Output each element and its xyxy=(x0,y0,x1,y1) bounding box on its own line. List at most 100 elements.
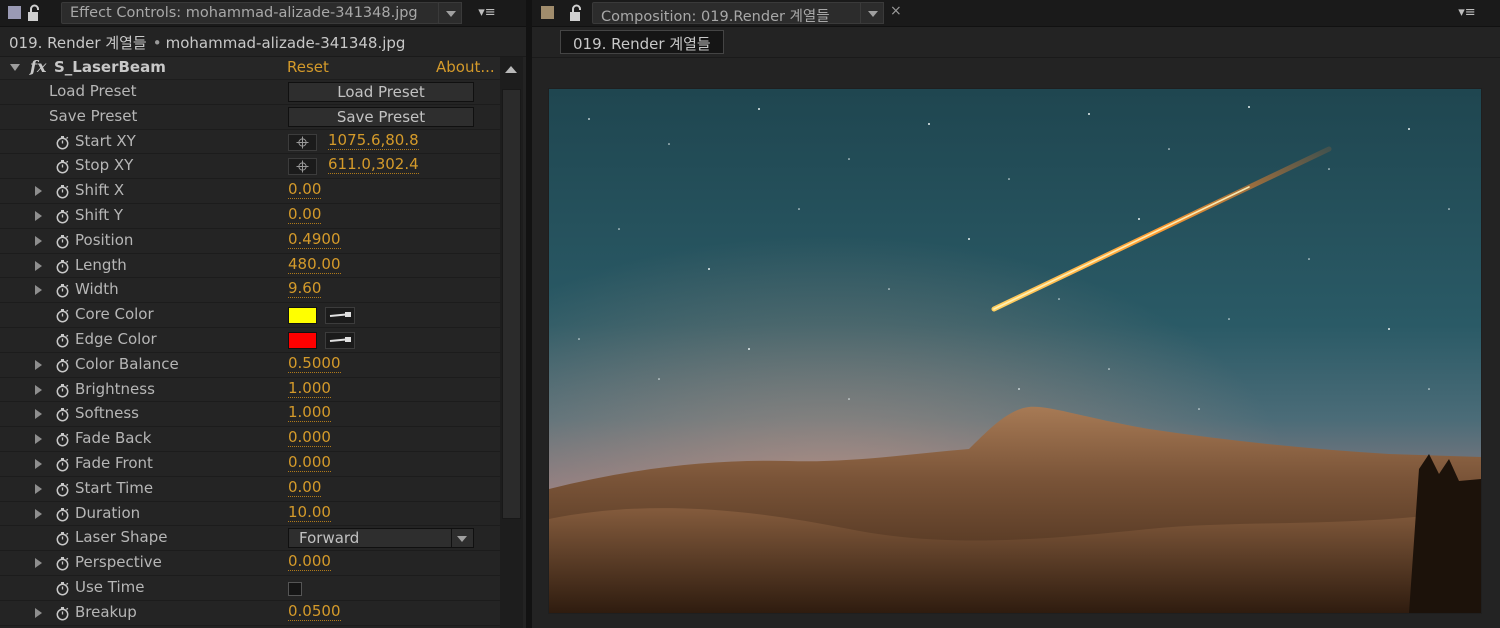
param-value[interactable]: 0.000 xyxy=(288,553,331,572)
chevron-down-icon[interactable] xyxy=(451,529,473,548)
lock-icon[interactable] xyxy=(569,4,585,22)
twirl-right-icon[interactable] xyxy=(35,285,42,296)
vertical-scrollbar[interactable] xyxy=(500,57,523,628)
stopwatch-icon[interactable] xyxy=(55,383,70,398)
lock-icon[interactable] xyxy=(27,4,43,22)
param-row-shift-y: Shift Y 0.00 xyxy=(0,203,500,229)
stopwatch-icon[interactable] xyxy=(55,358,70,373)
stopwatch-icon[interactable] xyxy=(55,482,70,497)
reset-link[interactable]: Reset xyxy=(287,58,329,76)
effect-name[interactable]: S_LaserBeam xyxy=(54,58,166,76)
twirl-right-icon[interactable] xyxy=(35,210,42,221)
stopwatch-icon[interactable] xyxy=(55,209,70,224)
param-value[interactable]: 0.000 xyxy=(288,453,331,472)
param-row-start-time: Start Time 0.00 xyxy=(0,476,500,502)
stopwatch-icon[interactable] xyxy=(55,457,70,472)
twirl-right-icon[interactable] xyxy=(35,186,42,197)
param-value[interactable]: 0.5000 xyxy=(288,354,341,373)
twirl-right-icon[interactable] xyxy=(35,508,42,519)
point-value[interactable]: 1075.6,80.8 xyxy=(328,131,419,150)
stopwatch-icon[interactable] xyxy=(55,234,70,249)
color-swatch[interactable] xyxy=(288,331,317,349)
panel-color-swatch-icon[interactable] xyxy=(541,6,554,19)
composition-tab-bar: Composition: 019.Render 계열들 × ▾≡ xyxy=(532,0,1500,27)
param-label: Shift Y xyxy=(75,205,124,224)
composition-viewer[interactable] xyxy=(532,58,1500,628)
param-value[interactable]: 480.00 xyxy=(288,255,341,274)
stopwatch-icon[interactable] xyxy=(55,556,70,571)
save-preset-button[interactable]: Save Preset xyxy=(288,106,474,127)
param-row-brightness: Brightness 1.000 xyxy=(0,377,500,403)
stopwatch-icon[interactable] xyxy=(55,333,70,348)
tab-dropdown-button[interactable] xyxy=(438,2,462,24)
param-row-core-color: Core Color xyxy=(0,303,500,328)
color-swatch[interactable] xyxy=(288,307,317,325)
twirl-right-icon[interactable] xyxy=(35,409,42,420)
twirl-right-icon[interactable] xyxy=(35,235,42,246)
fx-toggle-icon[interactable]: fx xyxy=(30,57,46,76)
stopwatch-icon[interactable] xyxy=(55,507,70,522)
param-row-duration: Duration 10.00 xyxy=(0,501,500,527)
stopwatch-icon[interactable] xyxy=(55,259,70,274)
param-value[interactable]: 1.000 xyxy=(288,404,331,423)
composition-image[interactable] xyxy=(549,89,1481,613)
param-label: Shift X xyxy=(75,181,125,200)
param-row-load-preset: Load Preset Load Preset xyxy=(0,80,500,105)
twirl-right-icon[interactable] xyxy=(35,260,42,271)
panel-menu-icon[interactable]: ▾≡ xyxy=(474,3,500,23)
panel-menu-icon[interactable]: ▾≡ xyxy=(1454,3,1480,23)
crosshair-icon[interactable] xyxy=(288,158,317,176)
param-value[interactable]: 0.00 xyxy=(288,205,322,224)
stopwatch-icon[interactable] xyxy=(55,283,70,298)
stopwatch-icon[interactable] xyxy=(55,606,70,621)
twirl-right-icon[interactable] xyxy=(35,607,42,618)
twirl-right-icon[interactable] xyxy=(35,359,42,370)
use-time-checkbox[interactable] xyxy=(288,581,302,596)
eyedropper-icon[interactable] xyxy=(325,307,355,325)
param-value[interactable]: 9.60 xyxy=(288,280,322,299)
twirl-right-icon[interactable] xyxy=(35,458,42,469)
stopwatch-icon[interactable] xyxy=(55,135,70,150)
crosshair-icon[interactable] xyxy=(288,133,317,151)
load-preset-button[interactable]: Load Preset xyxy=(288,82,474,102)
twirl-right-icon[interactable] xyxy=(35,384,42,395)
about-link[interactable]: About... xyxy=(436,58,495,76)
tab-effect-controls[interactable]: Effect Controls: mohammad-alizade-341348… xyxy=(61,2,439,24)
param-value[interactable]: 0.0500 xyxy=(288,602,341,621)
param-value[interactable]: 0.000 xyxy=(288,429,331,448)
param-row-use-time: Use Time xyxy=(0,575,500,601)
twirl-right-icon[interactable] xyxy=(35,558,42,569)
layer-name-label: mohammad-alizade-341348.jpg xyxy=(165,34,406,52)
param-value[interactable]: 0.4900 xyxy=(288,230,341,249)
stopwatch-icon[interactable] xyxy=(55,184,70,199)
param-label: Perspective xyxy=(75,553,162,572)
point-value[interactable]: 611.0,302.4 xyxy=(328,156,419,175)
scrollbar-thumb[interactable] xyxy=(502,89,521,519)
stopwatch-icon[interactable] xyxy=(55,159,70,174)
param-value[interactable]: 1.000 xyxy=(288,379,331,398)
tab-composition[interactable]: Composition: 019.Render 계열들 xyxy=(592,2,867,25)
stopwatch-icon[interactable] xyxy=(55,531,70,546)
select-value: Forward xyxy=(299,529,360,548)
param-row-length: Length 480.00 xyxy=(0,253,500,279)
twirl-right-icon[interactable] xyxy=(35,434,42,445)
laser-shape-select[interactable]: Forward xyxy=(288,528,474,549)
param-value[interactable]: 10.00 xyxy=(288,503,331,522)
param-row-position: Position 0.4900 xyxy=(0,228,500,254)
tab-dropdown-button[interactable] xyxy=(860,2,884,24)
stopwatch-icon[interactable] xyxy=(55,407,70,422)
scroll-up-arrow-icon[interactable] xyxy=(505,66,517,73)
param-value[interactable]: 0.00 xyxy=(288,181,322,200)
twirl-down-icon[interactable] xyxy=(10,64,20,71)
param-label: Load Preset xyxy=(49,82,137,100)
stopwatch-icon[interactable] xyxy=(55,581,70,596)
eyedropper-icon[interactable] xyxy=(325,331,355,349)
panel-color-swatch-icon[interactable] xyxy=(8,6,21,19)
stopwatch-icon[interactable] xyxy=(55,432,70,447)
twirl-right-icon[interactable] xyxy=(35,483,42,494)
param-value[interactable]: 0.00 xyxy=(288,478,322,497)
viewer-tab-render[interactable]: 019. Render 계열들 xyxy=(560,30,724,54)
param-label: Softness xyxy=(75,404,139,423)
close-tab-icon[interactable]: × xyxy=(890,3,902,19)
stopwatch-icon[interactable] xyxy=(55,308,70,323)
